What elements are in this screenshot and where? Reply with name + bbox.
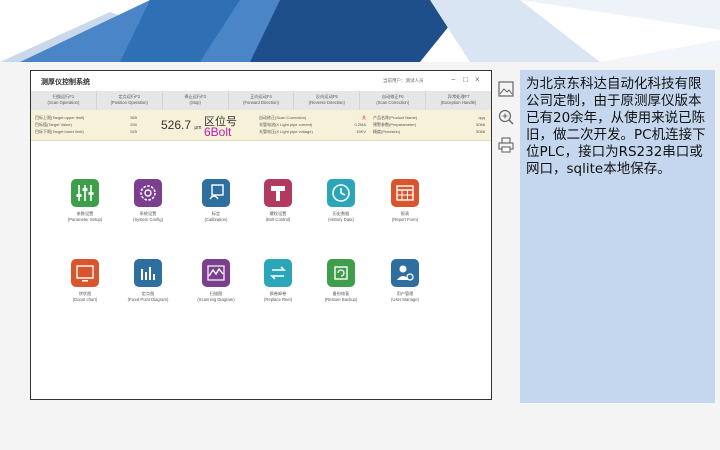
reading-value: 526.7 bbox=[161, 118, 192, 132]
menu-sublabel: (Stop) bbox=[189, 99, 201, 105]
tile-sublabel: (Donut chart) bbox=[72, 297, 98, 302]
menu-label: 定点运行F2 bbox=[118, 94, 141, 99]
tile-history-data[interactable]: 历史数据 (History Data) bbox=[309, 179, 373, 222]
history-icon bbox=[327, 179, 355, 207]
tile-sublabel: (Report Form) bbox=[391, 217, 419, 222]
scan-correction-value: 关 bbox=[362, 115, 366, 120]
tile-replace-reel[interactable]: 换卷卸卷 (Replace Reel) bbox=[246, 259, 310, 302]
monitor-icon bbox=[71, 259, 99, 287]
menu-label: 正向运动F4 bbox=[250, 94, 272, 99]
maximize-button[interactable]: □ bbox=[463, 75, 468, 85]
description-panel: 为北京东科达自动化科技有限公司定制，由于原测厚仪版本已有20余年，从使用来说已陈… bbox=[520, 70, 715, 403]
tile-sublabel: (System Config) bbox=[132, 217, 164, 222]
thickness-reading: 526.7 μm bbox=[161, 118, 201, 132]
app-screenshot: 测厚仪控制系统 当前用户：测试人员 − □ × 扫描运行F1 (Scan Oper… bbox=[30, 70, 492, 400]
menu-label: 反向运动F5 bbox=[316, 94, 338, 99]
sliders-icon bbox=[71, 179, 99, 207]
tile-sublabel: (Parameter Setup) bbox=[67, 217, 103, 222]
swap-icon bbox=[264, 259, 292, 287]
tile-sublabel: (Scanning Diagram) bbox=[197, 297, 235, 302]
precision-label: 精度(Precision) bbox=[373, 129, 401, 134]
target-value: 530 bbox=[130, 122, 137, 127]
tile-scanning-diagram[interactable]: 扫描图 (Scanning Diagram) bbox=[184, 259, 248, 302]
target-lower-label: 目标下限(Target lower limit) bbox=[35, 129, 84, 134]
light-current-label: 光管电流(X Light pipe current) bbox=[259, 122, 313, 127]
menu-stop[interactable]: 停止运行F3 (Stop) bbox=[163, 91, 229, 110]
product-name-value: qqq bbox=[478, 115, 485, 120]
tile-sublabel: (Restore Backup) bbox=[324, 297, 358, 302]
menu-sublabel: (Forward Direction) bbox=[243, 99, 279, 105]
close-button[interactable]: × bbox=[475, 75, 480, 85]
preparameter-value: 5068 bbox=[476, 122, 485, 127]
tile-bolt-control[interactable]: 螺栓设置 (Bolt Control) bbox=[246, 179, 310, 222]
target-upper-label: 目标上限(Target upper limit) bbox=[35, 115, 85, 120]
tile-report-form[interactable]: 报表 (Report Form) bbox=[373, 179, 437, 222]
current-user-label: 当前用户：测试人员 bbox=[383, 78, 424, 83]
user-gear-icon bbox=[391, 259, 419, 287]
tile-sublabel: (Bolt Control) bbox=[265, 217, 291, 222]
precision-value: 5068 bbox=[476, 129, 485, 134]
print-icon[interactable] bbox=[497, 136, 515, 154]
table-icon bbox=[391, 179, 419, 207]
bolt-label: 6Bolt bbox=[204, 125, 232, 139]
tile-calibration[interactable]: 标定 (Calibration) bbox=[184, 179, 248, 222]
scan-correction-label: 自动修正(Scan Correction) bbox=[259, 115, 307, 120]
status-panel: 目标上限(Target upper limit) 565 目标值(Target … bbox=[31, 110, 491, 141]
menu-scan-correction[interactable]: 自动修正F6 (Scan Correction) bbox=[360, 91, 427, 110]
menu-sublabel: (Position Operation) bbox=[110, 99, 148, 105]
tile-sublabel: (User Manage) bbox=[391, 297, 419, 302]
function-grid: 参数设置 (Parameter Setup) 系统设置 (System Conf… bbox=[31, 141, 491, 399]
menu-label: 异常处理F7 bbox=[447, 94, 470, 99]
bolt-icon bbox=[264, 179, 292, 207]
menu-sublabel: (Reverse Direction) bbox=[308, 99, 345, 105]
tile-sublabel: (Replace Reel) bbox=[264, 297, 292, 302]
product-name-label: 产品名称(Product Name) bbox=[373, 115, 418, 120]
tile-sublabel: (Fixed Point Diagram) bbox=[127, 297, 169, 302]
light-current-value: 0.2MA bbox=[354, 122, 366, 127]
menu-label: 自动修正F6 bbox=[381, 94, 404, 99]
menu-sublabel: (Exception Handle) bbox=[440, 99, 477, 105]
preparameter-label: 预警参数(Preparameter) bbox=[373, 122, 417, 127]
menu-reverse-direction[interactable]: 反向运动F5 (Reverse Direction) bbox=[294, 91, 361, 110]
tile-sublabel: (Calibration) bbox=[204, 217, 228, 222]
gear-icon bbox=[134, 179, 162, 207]
reading-unit: μm bbox=[194, 125, 202, 131]
tile-fixed-point-diagram[interactable]: 定点图 (Fixed Point Diagram) bbox=[116, 259, 180, 302]
minimize-button[interactable]: − bbox=[451, 75, 456, 85]
menu-sublabel: (Scan Operation) bbox=[47, 99, 80, 105]
target-lower-value: 525 bbox=[130, 129, 137, 134]
bar-chart-icon bbox=[134, 259, 162, 287]
calibration-icon bbox=[202, 179, 230, 207]
app-title: 测厚仪控制系统 bbox=[41, 79, 90, 86]
menu-label: 停止运行F3 bbox=[184, 94, 206, 99]
menu-exception-handle[interactable]: 异常处理F7 (Exception Handle) bbox=[426, 91, 491, 110]
tile-donut-chart[interactable]: 饼状图 (Donut chart) bbox=[53, 259, 117, 302]
restore-icon bbox=[327, 259, 355, 287]
tile-parameter-setup[interactable]: 参数设置 (Parameter Setup) bbox=[53, 179, 117, 222]
target-upper-value: 565 bbox=[130, 115, 137, 120]
menu-sublabel: (Scan Correction) bbox=[376, 99, 410, 105]
menu-bar: 扫描运行F1 (Scan Operation) 定点运行F2 (Position O… bbox=[31, 91, 491, 110]
tile-user-manage[interactable]: 用户管理 (User Manage) bbox=[373, 259, 437, 302]
menu-forward-direction[interactable]: 正向运动F4 (Forward Direction) bbox=[229, 91, 295, 110]
light-voltage-value: 19KV bbox=[356, 129, 366, 134]
image-icon[interactable] bbox=[497, 80, 515, 98]
app-title-bar: 测厚仪控制系统 当前用户：测试人员 − □ × bbox=[31, 71, 491, 91]
target-value-label: 目标值(Target Value) bbox=[35, 122, 72, 127]
tile-sublabel: (History Data) bbox=[328, 217, 354, 222]
light-voltage-label: 光管电压(X Light pipe voltage) bbox=[259, 129, 313, 134]
tile-system-config[interactable]: 系统设置 (System Config) bbox=[116, 179, 180, 222]
header-banner bbox=[0, 0, 720, 62]
menu-position-operation[interactable]: 定点运行F2 (Position Operation) bbox=[97, 91, 163, 110]
tile-restore-backup[interactable]: 备份恢复 (Restore Backup) bbox=[309, 259, 373, 302]
menu-label: 扫描运行F1 bbox=[52, 94, 75, 99]
menu-scan-operation[interactable]: 扫描运行F1 (Scan Operation) bbox=[31, 91, 97, 110]
zoom-in-icon[interactable] bbox=[497, 108, 515, 126]
description-text: 为北京东科达自动化科技有限公司定制，由于原测厚仪版本已有20余年，从使用来说已陈… bbox=[526, 76, 706, 177]
side-toolbar bbox=[497, 80, 517, 164]
wave-chart-icon bbox=[202, 259, 230, 287]
